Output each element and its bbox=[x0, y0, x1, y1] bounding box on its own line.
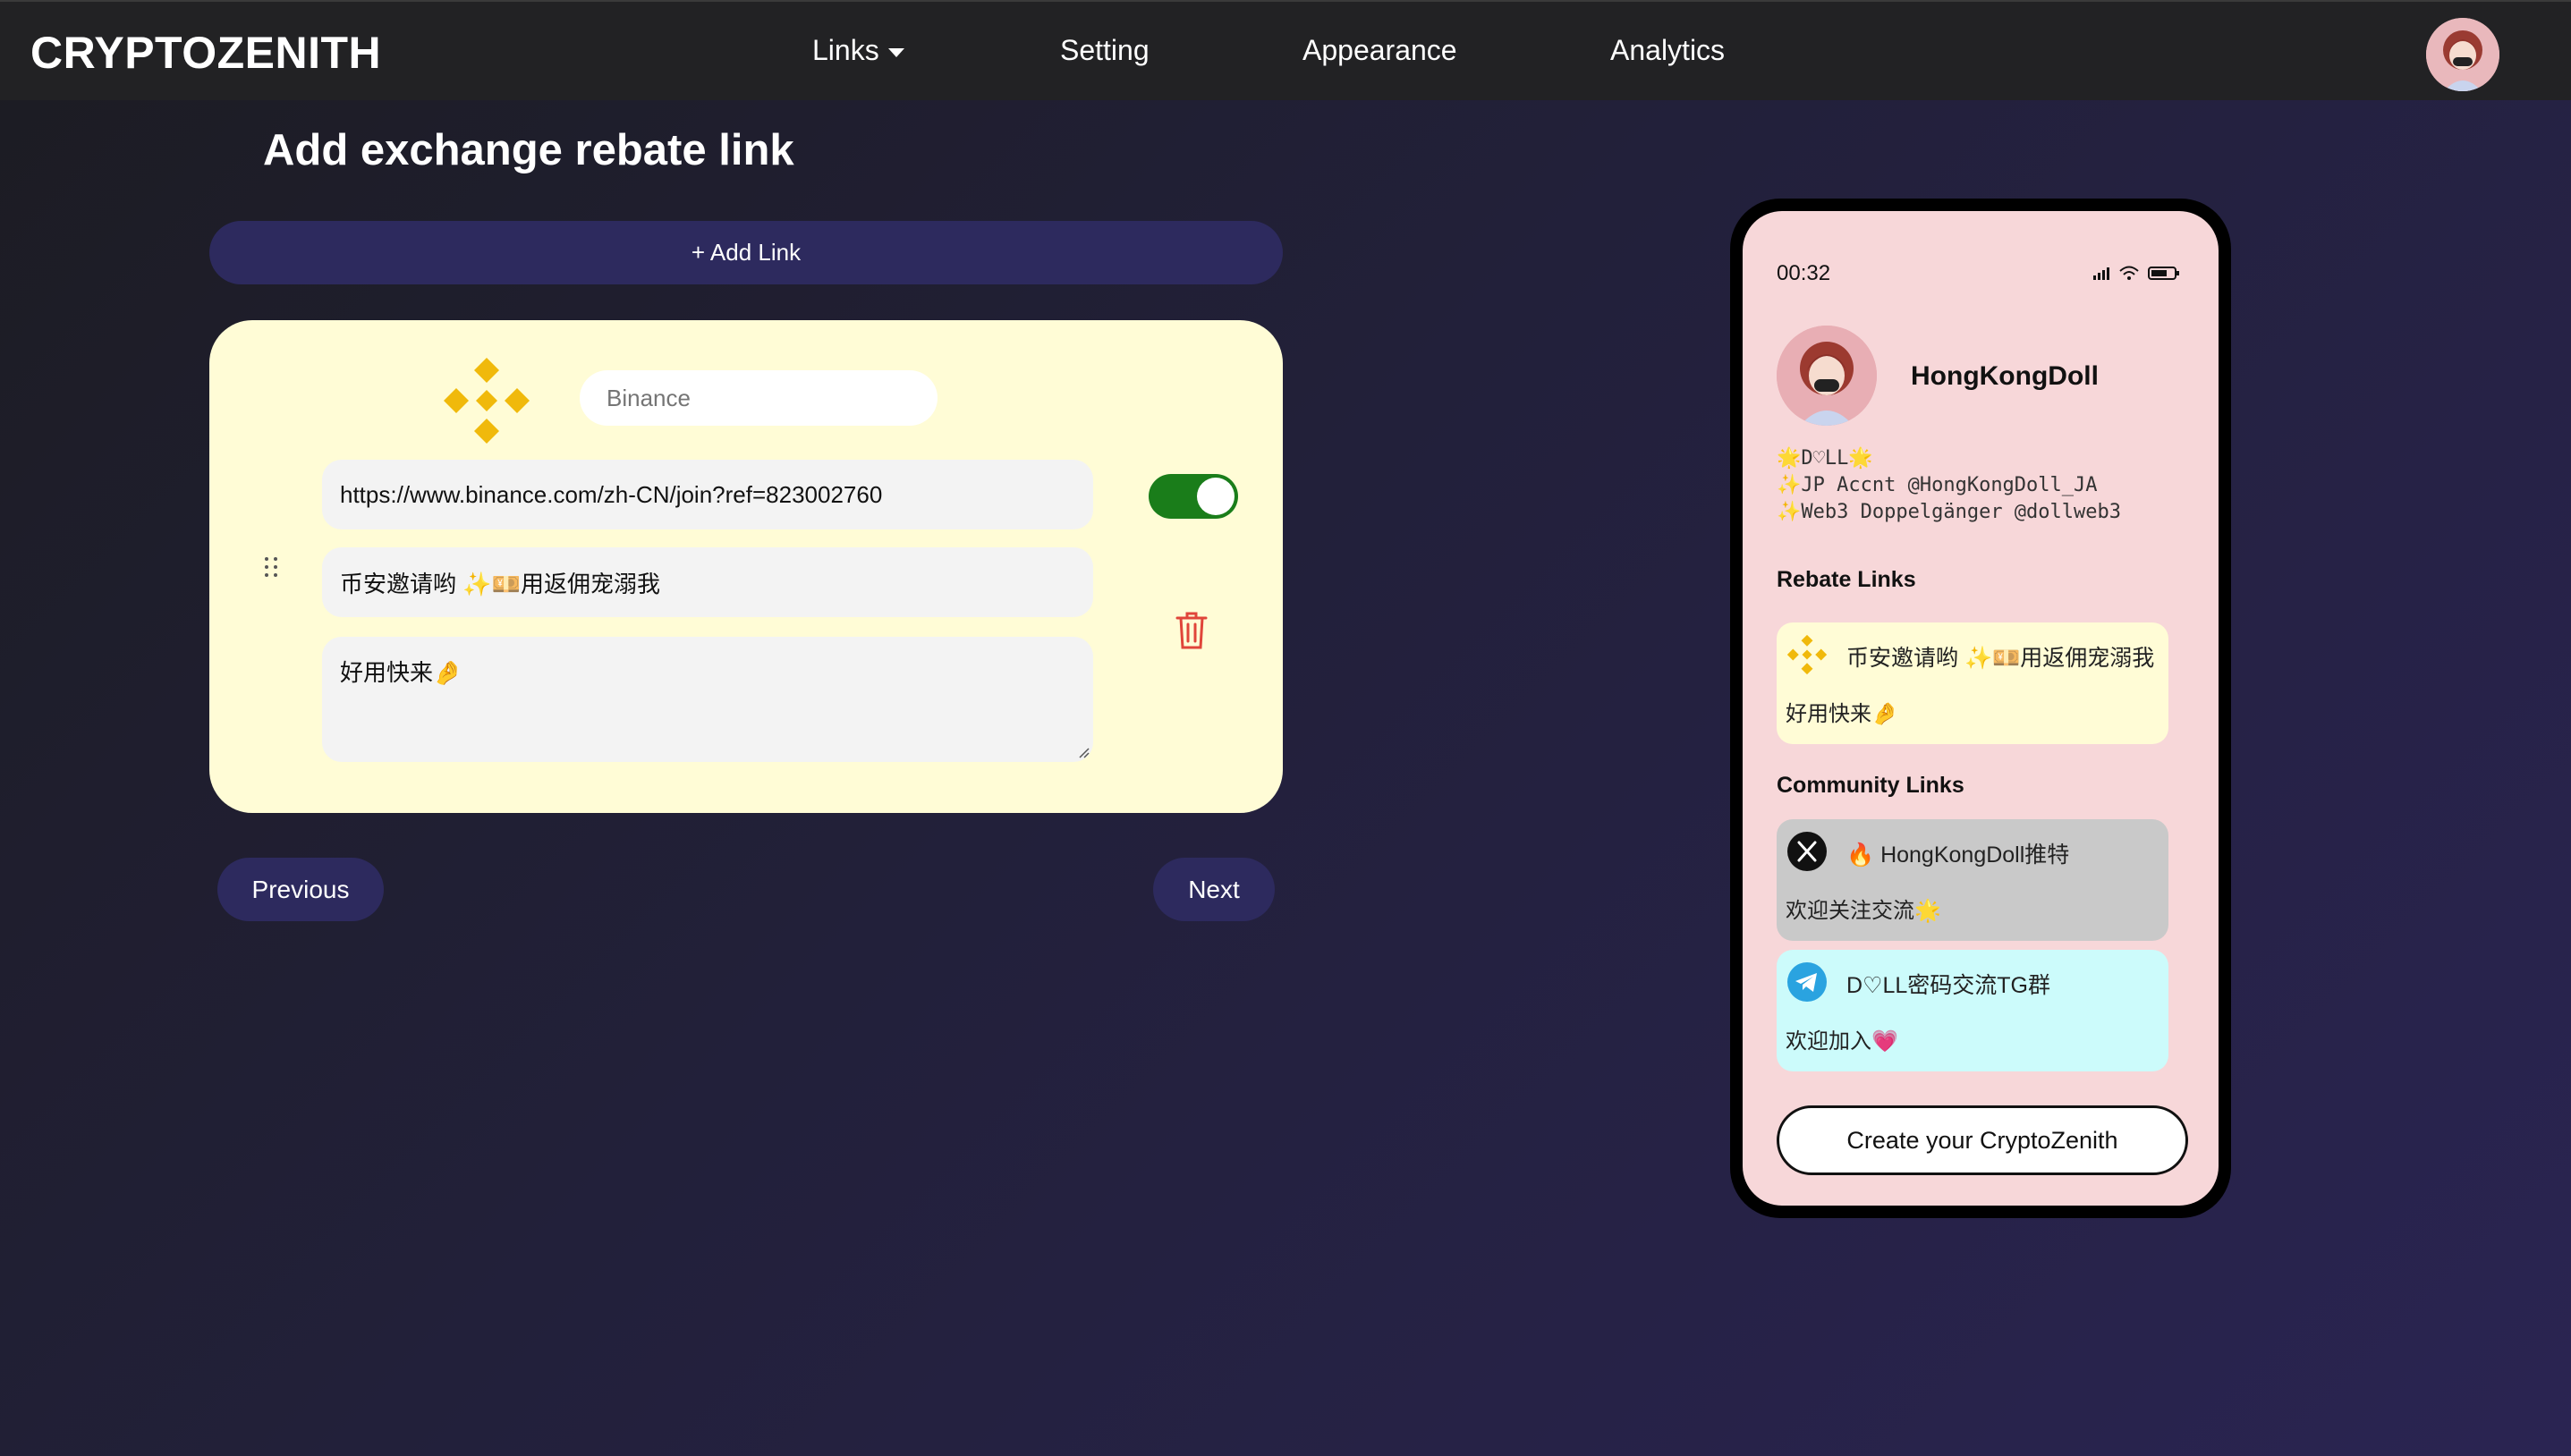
status-time: 00:32 bbox=[1777, 261, 1831, 285]
preview-link-description: 欢迎关注交流🌟 bbox=[1786, 899, 1941, 923]
nav-links-label: Links bbox=[812, 34, 879, 66]
description-text: 好用快来🤌 bbox=[340, 659, 462, 686]
profile-avatar-image bbox=[1777, 326, 1877, 426]
profile-name: HongKongDoll bbox=[1911, 361, 2099, 391]
profile-avatar bbox=[1777, 326, 1877, 426]
top-nav-bar: CRYPTOZENITH Links Setting Appearance An… bbox=[0, 0, 2571, 100]
add-link-button[interactable]: + Add Link bbox=[209, 221, 1283, 284]
x-logo-icon bbox=[1787, 832, 1827, 871]
profile-bio: 🌟D♡LL🌟 ✨JP Accnt @HongKongDoll_JA ✨Web3 Do… bbox=[1777, 445, 2121, 526]
community-links-heading: Community Links bbox=[1777, 773, 1964, 798]
bio-line: ✨Web3 Doppelgänger @dollweb3 bbox=[1777, 501, 2122, 523]
next-button[interactable]: Next bbox=[1153, 858, 1275, 921]
description-textarea[interactable]: 好用快来🤌 bbox=[322, 637, 1093, 762]
nav-links-dropdown[interactable]: Links bbox=[812, 34, 904, 67]
nav-appearance[interactable]: Appearance bbox=[1302, 34, 1457, 67]
enable-toggle[interactable] bbox=[1149, 474, 1238, 519]
resize-grip-icon[interactable] bbox=[1075, 744, 1090, 758]
preview-rebate-link-card[interactable]: 币安邀请哟 ✨💴用返佣宠溺我 好用快来🤌 bbox=[1777, 622, 2168, 744]
preview-link-title: 🔥 HongKongDoll推特 bbox=[1846, 842, 2070, 868]
preview-x-link-card[interactable]: 🔥 HongKongDoll推特 欢迎关注交流🌟 bbox=[1777, 819, 2168, 941]
url-input[interactable]: https://www.binance.com/zh-CN/join?ref=8… bbox=[322, 460, 1093, 529]
preview-link-description: 好用快来🤌 bbox=[1786, 702, 1898, 726]
rebate-links-heading: Rebate Links bbox=[1777, 567, 1916, 592]
toggle-knob bbox=[1197, 478, 1235, 515]
previous-button[interactable]: Previous bbox=[217, 858, 384, 921]
status-bar-icons bbox=[2093, 266, 2179, 280]
preview-link-description: 欢迎加入💗 bbox=[1786, 1029, 1898, 1054]
brand-logo[interactable]: CRYPTOZENITH bbox=[30, 27, 381, 79]
rebate-link-editor-card: https://www.binance.com/zh-CN/join?ref=8… bbox=[209, 320, 1283, 813]
phone-preview-screen: 00:32 HongKongDoll 🌟D♡LL🌟 ✨JP Accnt @Hon… bbox=[1743, 211, 2219, 1206]
page-title: Add exchange rebate link bbox=[263, 126, 794, 174]
nav-analytics[interactable]: Analytics bbox=[1610, 34, 1725, 67]
title-input[interactable]: 币安邀请哟 ✨💴用返佣宠溺我 bbox=[322, 547, 1093, 617]
binance-logo bbox=[1786, 634, 1828, 675]
nav-setting[interactable]: Setting bbox=[1060, 34, 1150, 67]
avatar-image bbox=[2426, 18, 2499, 91]
bio-line: ✨JP Accnt @HongKongDoll_JA bbox=[1777, 474, 2098, 496]
drag-handle-icon[interactable] bbox=[261, 554, 281, 580]
phone-preview-frame: 00:32 HongKongDoll 🌟D♡LL🌟 ✨JP Accnt @Hon… bbox=[1730, 199, 2231, 1218]
preview-link-title: 币安邀请哟 ✨💴用返佣宠溺我 bbox=[1846, 646, 2155, 671]
create-cryptozenith-button[interactable]: Create your CryptoZenith bbox=[1777, 1105, 2188, 1175]
binance-logo bbox=[444, 358, 530, 444]
telegram-icon bbox=[1787, 962, 1827, 1002]
preview-link-title: D♡LL密码交流TG群 bbox=[1846, 973, 2050, 998]
user-avatar[interactable] bbox=[2426, 18, 2499, 91]
exchange-name-input[interactable] bbox=[580, 370, 938, 426]
bio-line: 🌟D♡LL🌟 bbox=[1777, 447, 1873, 470]
preview-telegram-link-card[interactable]: D♡LL密码交流TG群 欢迎加入💗 bbox=[1777, 950, 2168, 1071]
trash-icon[interactable] bbox=[1174, 610, 1209, 651]
caret-down-icon bbox=[887, 47, 904, 57]
